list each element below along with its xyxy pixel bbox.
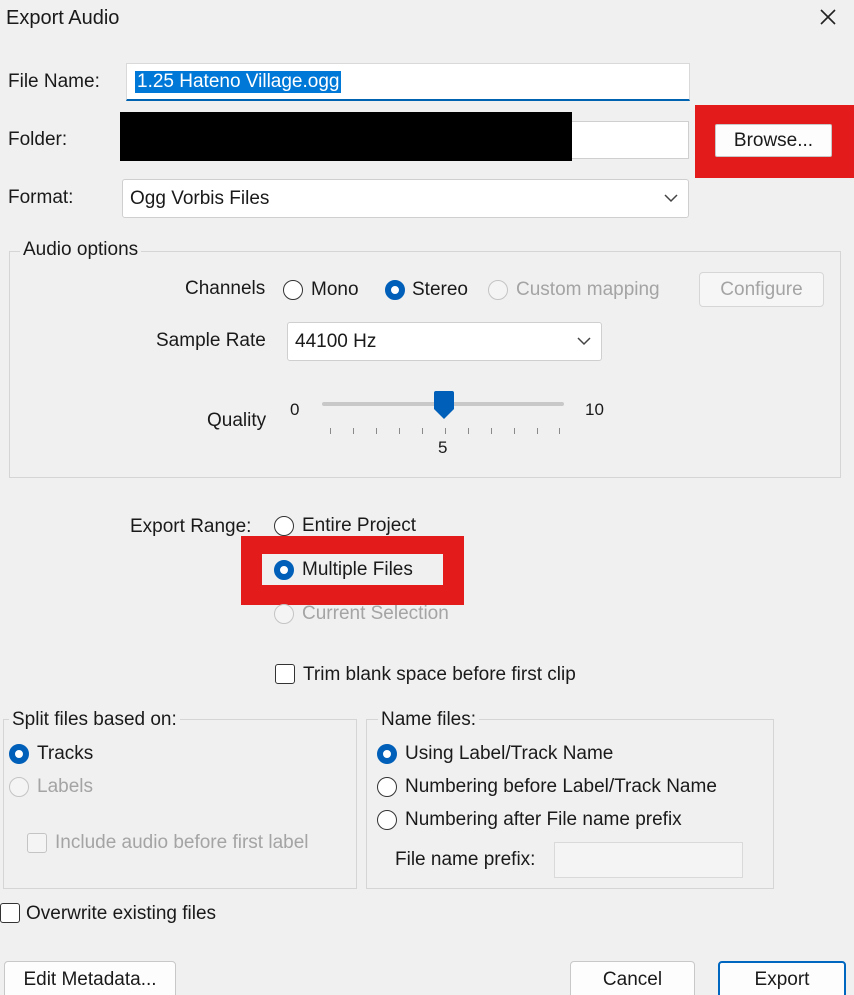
tick xyxy=(330,428,331,434)
file-name-input[interactable]: 1.25 Hateno Village.ogg xyxy=(126,63,690,101)
numbering-after-label: Numbering after File name prefix xyxy=(405,809,682,830)
tick xyxy=(399,428,400,434)
entire-project-label: Entire Project xyxy=(302,515,417,536)
redacted-folder-path xyxy=(120,112,572,161)
tick xyxy=(422,428,423,434)
tick xyxy=(514,428,515,434)
radio-stereo[interactable] xyxy=(385,280,405,300)
format-label: Format: xyxy=(8,187,74,208)
overwrite-checkbox[interactable] xyxy=(0,903,20,923)
current-selection-label: Current Selection xyxy=(302,603,449,624)
stereo-label: Stereo xyxy=(412,279,468,300)
tick xyxy=(559,428,560,434)
tick xyxy=(491,428,492,434)
tick xyxy=(468,428,469,434)
quality-max-label: 10 xyxy=(585,400,604,419)
quality-value-label: 5 xyxy=(438,438,448,457)
format-value: Ogg Vorbis Files xyxy=(130,187,270,209)
overwrite-label: Overwrite existing files xyxy=(26,903,217,924)
quality-ticks xyxy=(330,428,560,434)
mono-label: Mono xyxy=(311,279,359,300)
split-files-title: Split files based on: xyxy=(9,709,180,731)
dialog-title: Export Audio xyxy=(6,7,120,29)
file-name-prefix-label: File name prefix: xyxy=(395,849,536,870)
radio-numbering-after[interactable] xyxy=(377,810,397,830)
file-name-value: 1.25 Hateno Village.ogg xyxy=(135,71,342,93)
close-icon[interactable] xyxy=(816,4,840,30)
file-name-label: File Name: xyxy=(8,71,100,92)
format-select[interactable]: Ogg Vorbis Files xyxy=(122,179,689,218)
radio-mono[interactable] xyxy=(283,280,303,300)
trim-checkbox[interactable] xyxy=(275,664,295,684)
audio-options-title: Audio options xyxy=(20,239,142,261)
export-button[interactable]: Export xyxy=(718,961,846,995)
radio-current-selection[interactable] xyxy=(274,604,294,624)
radio-using-label-track-name[interactable] xyxy=(377,744,397,764)
configure-button[interactable]: Configure xyxy=(699,272,824,307)
tracks-label: Tracks xyxy=(37,743,94,764)
quality-slider-thumb[interactable] xyxy=(433,390,455,420)
radio-numbering-before[interactable] xyxy=(377,777,397,797)
radio-multiple-files[interactable] xyxy=(274,560,294,580)
include-audio-label: Include audio before first label xyxy=(55,832,309,853)
tick xyxy=(537,428,538,434)
labels-label: Labels xyxy=(37,776,93,797)
sample-rate-value: 44100 Hz xyxy=(295,330,377,352)
file-name-prefix-input[interactable] xyxy=(554,842,743,878)
using-label-track-name-label: Using Label/Track Name xyxy=(405,743,614,764)
edit-metadata-button[interactable]: Edit Metadata... xyxy=(4,961,176,995)
tick xyxy=(445,428,446,434)
name-files-title: Name files: xyxy=(378,709,480,731)
tick xyxy=(376,428,377,434)
channels-label: Channels xyxy=(185,278,266,299)
tick xyxy=(353,428,354,434)
quality-min-label: 0 xyxy=(290,400,300,419)
cancel-button[interactable]: Cancel xyxy=(570,961,695,995)
radio-custom-mapping[interactable] xyxy=(488,280,508,300)
chevron-down-icon xyxy=(577,336,591,345)
chevron-down-icon xyxy=(664,193,678,202)
radio-entire-project[interactable] xyxy=(274,516,294,536)
trim-label: Trim blank space before first clip xyxy=(303,664,576,685)
custom-mapping-label: Custom mapping xyxy=(516,279,660,300)
export-range-label: Export Range: xyxy=(130,516,252,537)
quality-label: Quality xyxy=(207,410,267,431)
browse-button[interactable]: Browse... xyxy=(715,124,832,157)
folder-label: Folder: xyxy=(8,129,68,150)
numbering-before-label: Numbering before Label/Track Name xyxy=(405,776,717,797)
multiple-files-label: Multiple Files xyxy=(302,559,413,580)
include-audio-checkbox[interactable] xyxy=(27,833,47,853)
sample-rate-label: Sample Rate xyxy=(156,330,266,351)
radio-tracks[interactable] xyxy=(9,744,29,764)
radio-labels[interactable] xyxy=(9,777,29,797)
sample-rate-select[interactable]: 44100 Hz xyxy=(287,322,602,361)
